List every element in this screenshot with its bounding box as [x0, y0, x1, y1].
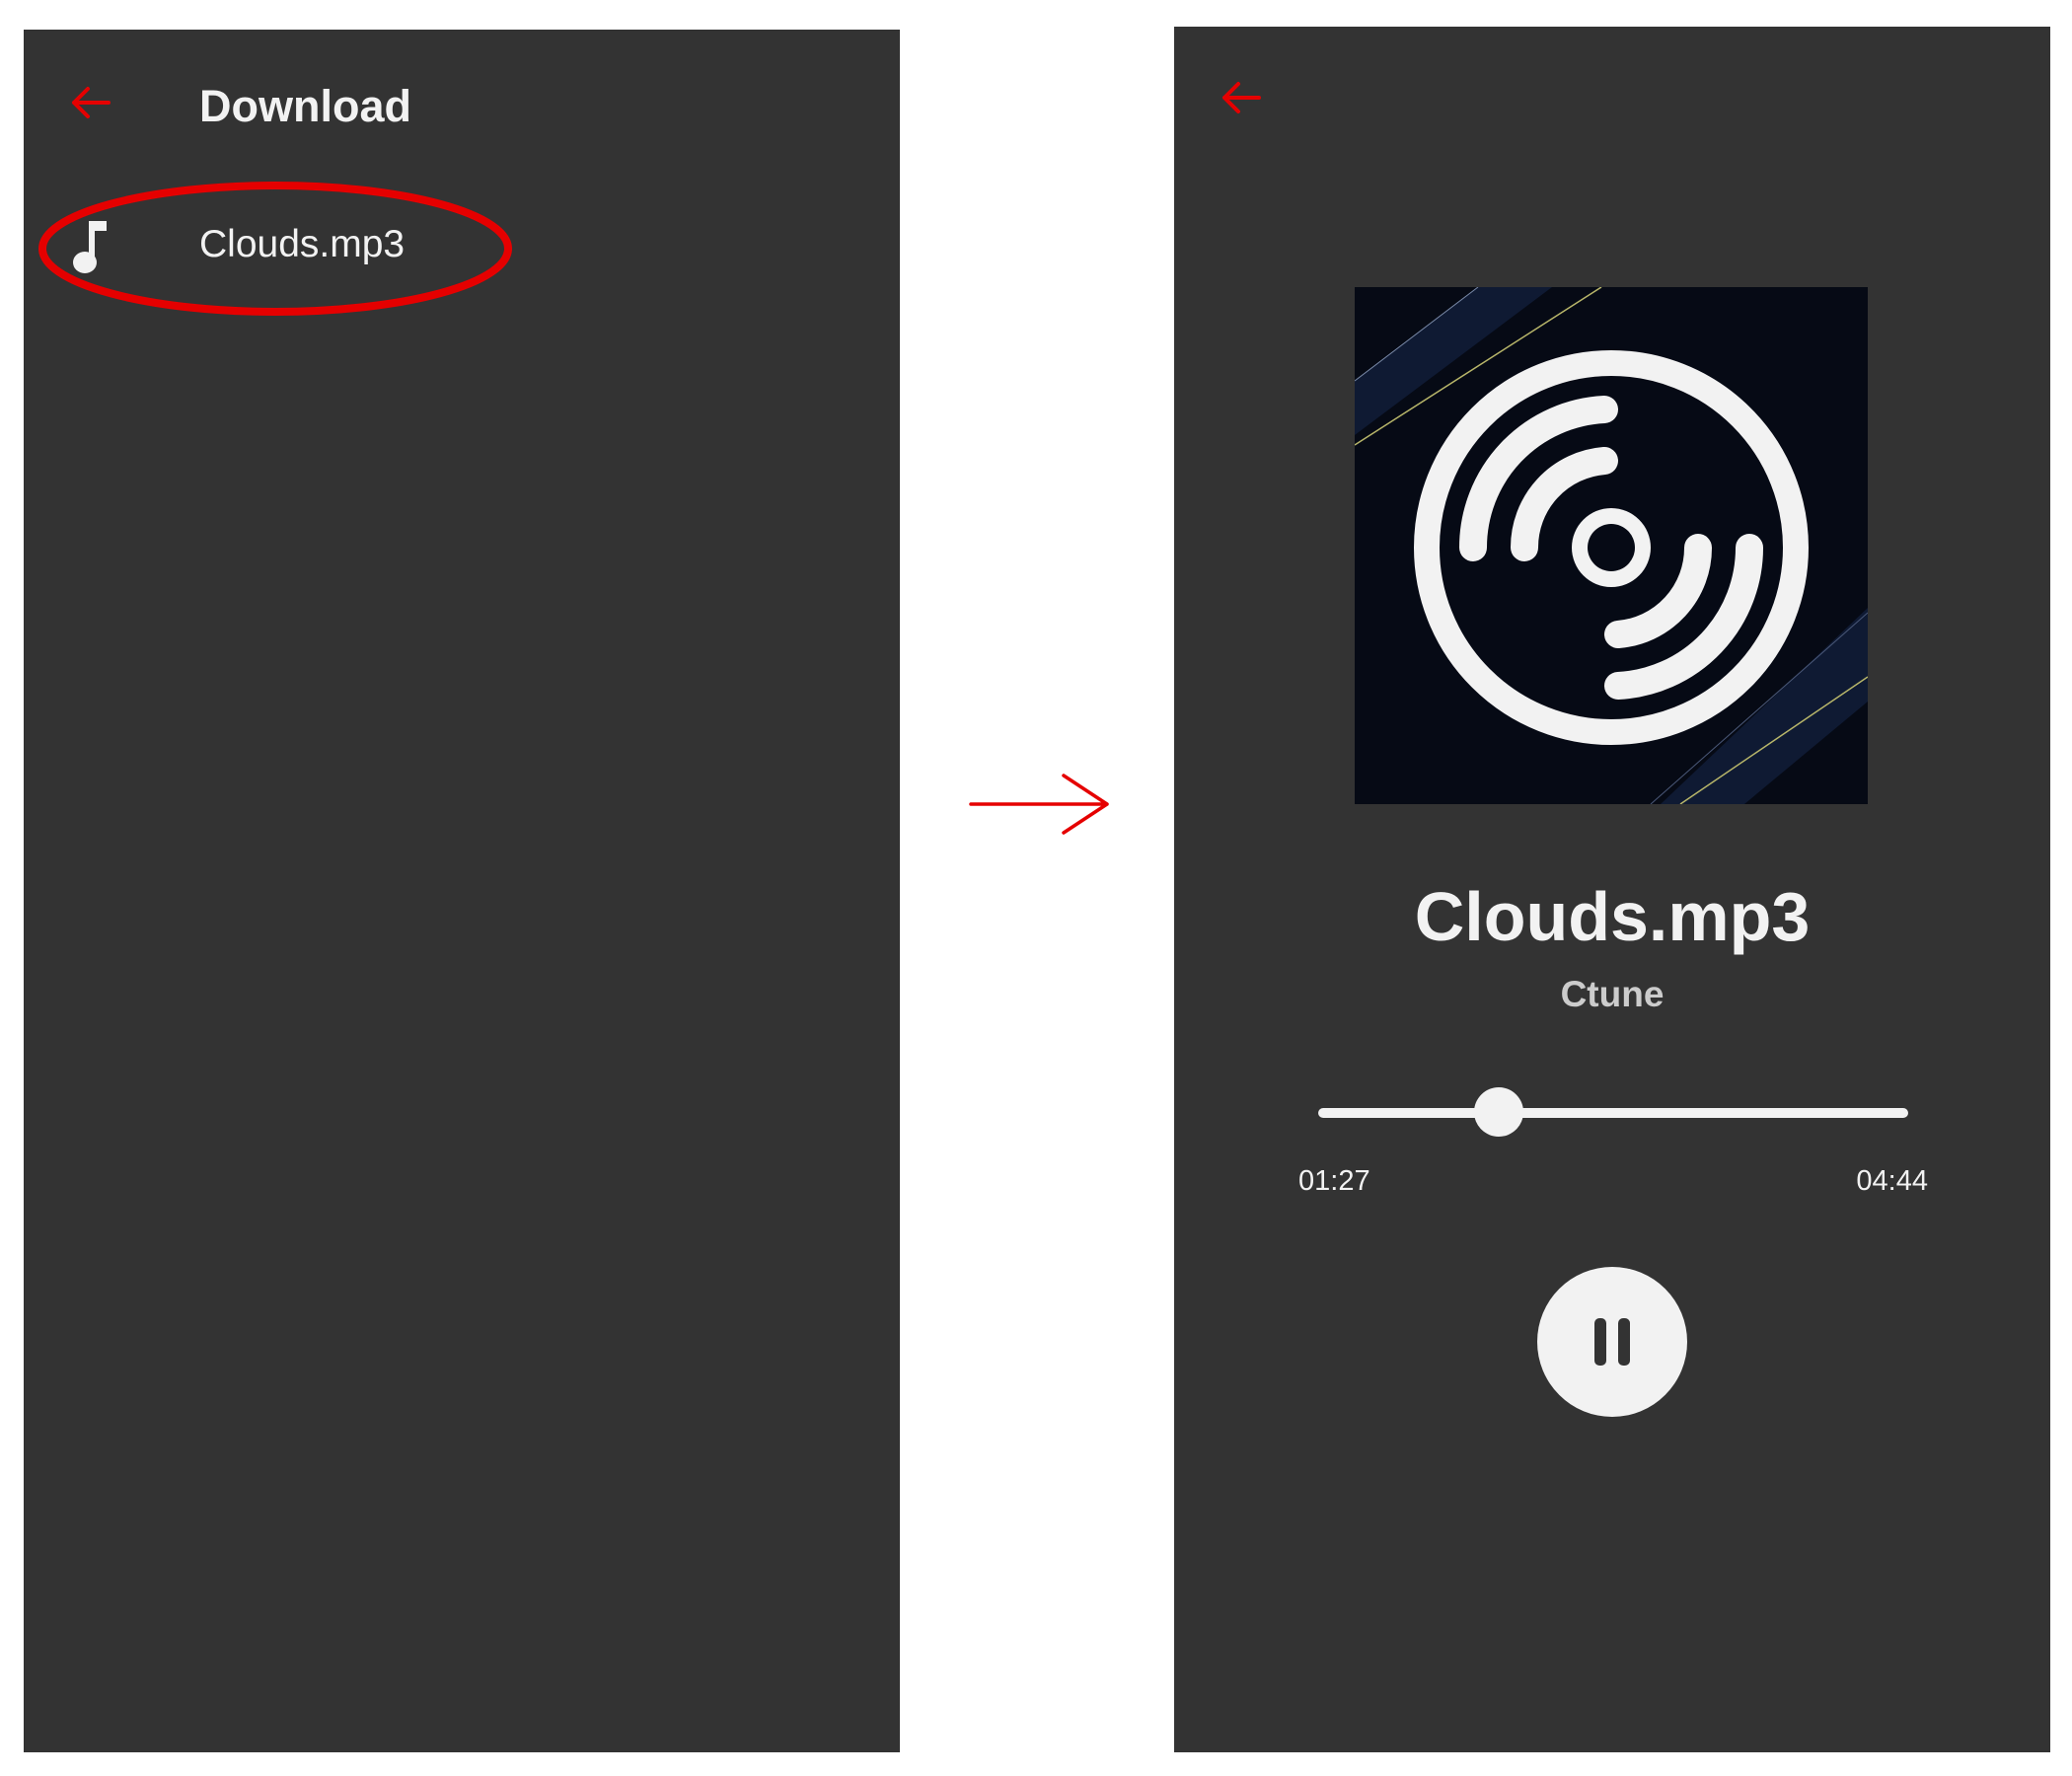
music-note-icon — [71, 217, 112, 276]
vinyl-disc-icon — [1354, 286, 1869, 805]
track-artist: Ctune — [1560, 974, 1665, 1014]
seekbar-track[interactable] — [1318, 1108, 1908, 1118]
list-item-clouds-mp3[interactable]: Clouds.mp3 — [24, 197, 900, 300]
seekbar-thumb[interactable] — [1473, 1087, 1523, 1137]
total-time: 04:44 — [1856, 1165, 1928, 1197]
arrow-right-icon — [967, 770, 1113, 839]
pause-icon — [1583, 1312, 1642, 1371]
list-item-label: Clouds.mp3 — [199, 223, 406, 265]
track-title: Clouds.mp3 — [1414, 878, 1811, 955]
elapsed-time: 01:27 — [1298, 1165, 1370, 1197]
arrow-left-icon[interactable] — [67, 79, 114, 126]
album-art — [1354, 286, 1869, 805]
player-screen: Clouds.mp3 Ctune 01:27 04:44 — [1174, 27, 2050, 1752]
progress-seekbar[interactable] — [1318, 1086, 1908, 1138]
arrow-left-icon[interactable] — [1218, 74, 1265, 121]
page-title: Download — [199, 81, 411, 131]
pause-button[interactable] — [1537, 1267, 1687, 1417]
download-screen: Download Clouds.mp3 — [24, 30, 900, 1752]
